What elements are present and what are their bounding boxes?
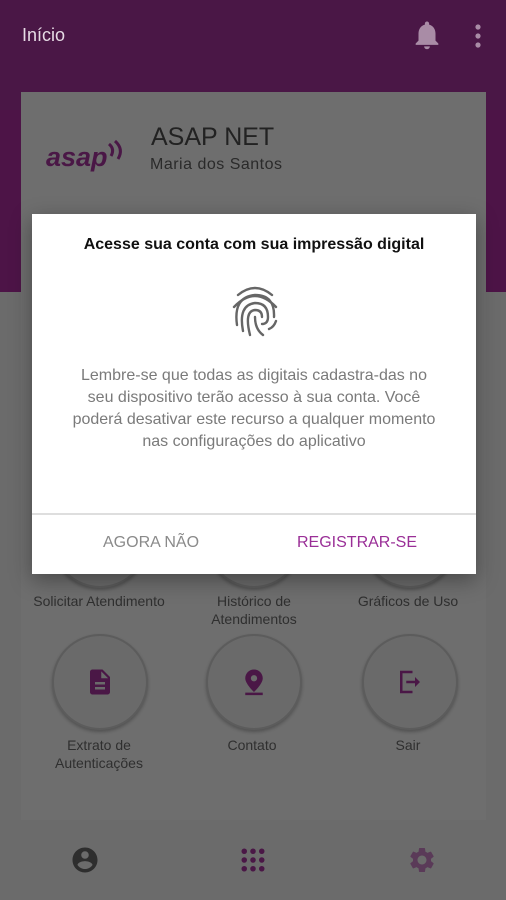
logout-button[interactable] bbox=[362, 634, 458, 730]
dialog-divider bbox=[32, 513, 476, 515]
menu-label-request-service: Solicitar Atendimento bbox=[33, 593, 165, 609]
location-pin-icon bbox=[245, 669, 263, 696]
more-vertical-icon[interactable] bbox=[468, 20, 488, 52]
menu-label-usage-charts: Gráficos de Uso bbox=[357, 593, 459, 609]
contact-button[interactable] bbox=[206, 634, 302, 730]
account-circle-icon[interactable] bbox=[70, 845, 100, 875]
fingerprint-icon bbox=[232, 286, 278, 337]
notifications-bell-icon[interactable] bbox=[410, 18, 444, 52]
asap-logo: asap bbox=[46, 139, 122, 172]
menu-label-contact: Contato bbox=[227, 737, 277, 753]
svg-text:asap: asap bbox=[46, 142, 108, 172]
settings-gear-icon[interactable] bbox=[407, 845, 437, 875]
dialog-message: Lembre-se que todas as digitais cadastra… bbox=[72, 367, 436, 450]
user-name: Maria dos Santos bbox=[150, 156, 283, 173]
menu-label-logout: Sair bbox=[395, 737, 421, 753]
dialog-title: Acesse sua conta com sua impressão digit… bbox=[83, 236, 425, 253]
menu-label-auth-statement: Extrato de Autenticações bbox=[55, 737, 143, 771]
auth-statement-button[interactable] bbox=[52, 634, 148, 730]
exit-icon bbox=[400, 670, 420, 694]
company-name: ASAP NET bbox=[151, 123, 275, 151]
document-icon bbox=[90, 669, 110, 695]
fingerprint-dialog: Acesse sua conta com sua impressão digit… bbox=[32, 214, 476, 574]
register-button[interactable]: REGISTRAR-SE bbox=[297, 534, 417, 552]
page-title: Início bbox=[22, 25, 66, 45]
apps-grid-icon[interactable] bbox=[238, 845, 268, 875]
menu-label-service-history: Histórico de Atendimentos bbox=[211, 593, 297, 627]
not-now-button[interactable]: AGORA NÃO bbox=[103, 534, 199, 552]
